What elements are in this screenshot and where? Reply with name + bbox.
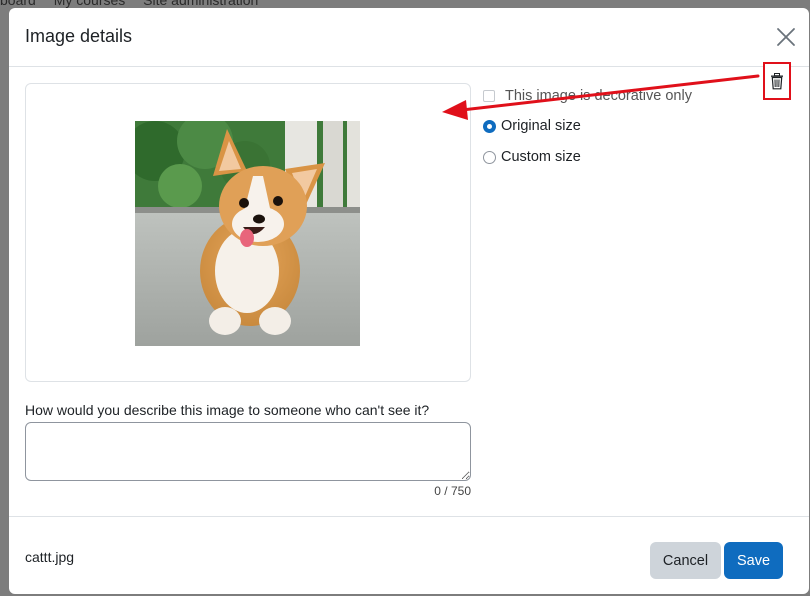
modal-title: Image details [25, 26, 133, 46]
decorative-label: This image is decorative only [505, 88, 692, 104]
bg-nav-item: Site administration [143, 0, 259, 8]
close-button[interactable] [775, 26, 797, 48]
modal-footer: cattt.jpg Cancel Save [9, 516, 809, 594]
save-button[interactable]: Save [724, 542, 783, 579]
original-size-option[interactable]: Original size [483, 116, 581, 136]
image-preview [135, 121, 360, 346]
alt-text-input[interactable] [25, 422, 471, 481]
cancel-button[interactable]: Cancel [650, 542, 721, 579]
decorative-checkbox[interactable] [483, 90, 495, 102]
bg-nav-item: board [0, 0, 36, 8]
alt-text-label: How would you describe this image to som… [25, 402, 430, 418]
filename: cattt.jpg [25, 549, 75, 565]
custom-size-radio[interactable] [483, 150, 496, 164]
custom-size-option[interactable]: Custom size [483, 147, 581, 167]
original-size-label: Original size [501, 118, 581, 134]
char-counter: 0 / 750 [434, 484, 471, 498]
custom-size-label: Custom size [501, 149, 581, 165]
modal-header: Image details [9, 8, 809, 67]
corgi-photo [135, 121, 360, 346]
image-preview-panel [25, 83, 471, 382]
trash-icon [771, 72, 783, 89]
decorative-option[interactable]: This image is decorative only [483, 86, 692, 106]
close-icon [777, 28, 795, 46]
original-size-radio[interactable] [483, 119, 496, 133]
image-details-modal: Image details This image is decorative o… [9, 8, 809, 594]
bg-nav-item: My courses [53, 0, 126, 8]
delete-image-button[interactable] [763, 62, 791, 100]
